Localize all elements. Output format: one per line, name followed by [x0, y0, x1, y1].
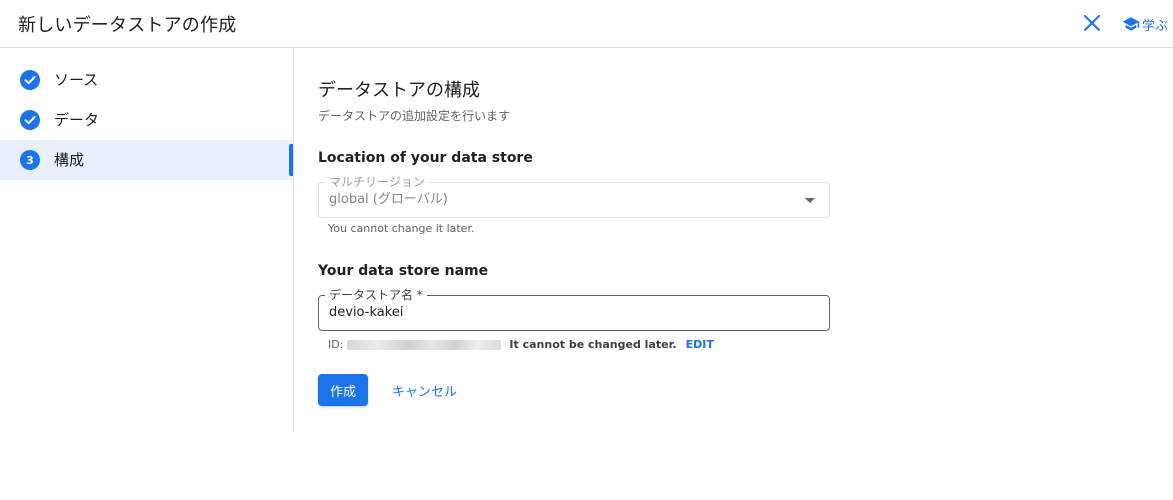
step-number-badge: 3 — [20, 150, 40, 170]
close-button[interactable] — [1080, 11, 1104, 35]
header-bar: 新しいデータストアの作成 学ぶ — [0, 0, 1173, 48]
step-source[interactable]: ソース — [0, 60, 293, 100]
data-store-name-label: データストア名 * — [325, 288, 427, 302]
id-prefix: ID: — [328, 338, 344, 351]
section-description: データストアの追加設定を行います — [318, 109, 511, 123]
location-select-label: マルチリージョン — [325, 175, 429, 189]
edit-id-link[interactable]: EDIT — [686, 338, 714, 351]
id-row: ID: It cannot be changed later. EDIT — [328, 338, 714, 351]
learn-label: 学ぶ — [1142, 18, 1169, 34]
step-label: 構成 — [54, 151, 85, 169]
step-label: ソース — [54, 71, 99, 89]
data-store-name-value: devio-kakei — [329, 305, 404, 320]
location-hint: You cannot change it later. — [328, 222, 475, 235]
stepper-sidebar: ソース データ 3 構成 — [0, 48, 294, 432]
step-data[interactable]: データ — [0, 100, 293, 140]
name-heading: Your data store name — [318, 263, 489, 279]
check-circle-icon — [20, 110, 40, 130]
id-note: It cannot be changed later. — [509, 338, 677, 351]
redacted-id — [347, 339, 502, 350]
section-title: データストアの構成 — [318, 80, 480, 101]
cancel-button[interactable]: キャンセル — [382, 374, 467, 406]
location-heading: Location of your data store — [318, 150, 533, 166]
location-select[interactable]: マルチリージョン global (グローバル) — [318, 175, 830, 218]
step-label: データ — [54, 111, 100, 129]
step-configuration[interactable]: 3 構成 — [0, 140, 293, 180]
data-store-name-input[interactable]: データストア名 * devio-kakei — [318, 288, 830, 331]
check-circle-icon — [20, 70, 40, 90]
school-icon — [1122, 17, 1140, 31]
learn-button[interactable]: 学ぶ — [1122, 14, 1168, 34]
location-select-value: global (グローバル) — [329, 192, 448, 207]
dropdown-arrow-icon — [805, 198, 815, 203]
page-title: 新しいデータストアの作成 — [18, 15, 237, 36]
close-icon — [1084, 15, 1100, 31]
create-button[interactable]: 作成 — [318, 374, 368, 406]
